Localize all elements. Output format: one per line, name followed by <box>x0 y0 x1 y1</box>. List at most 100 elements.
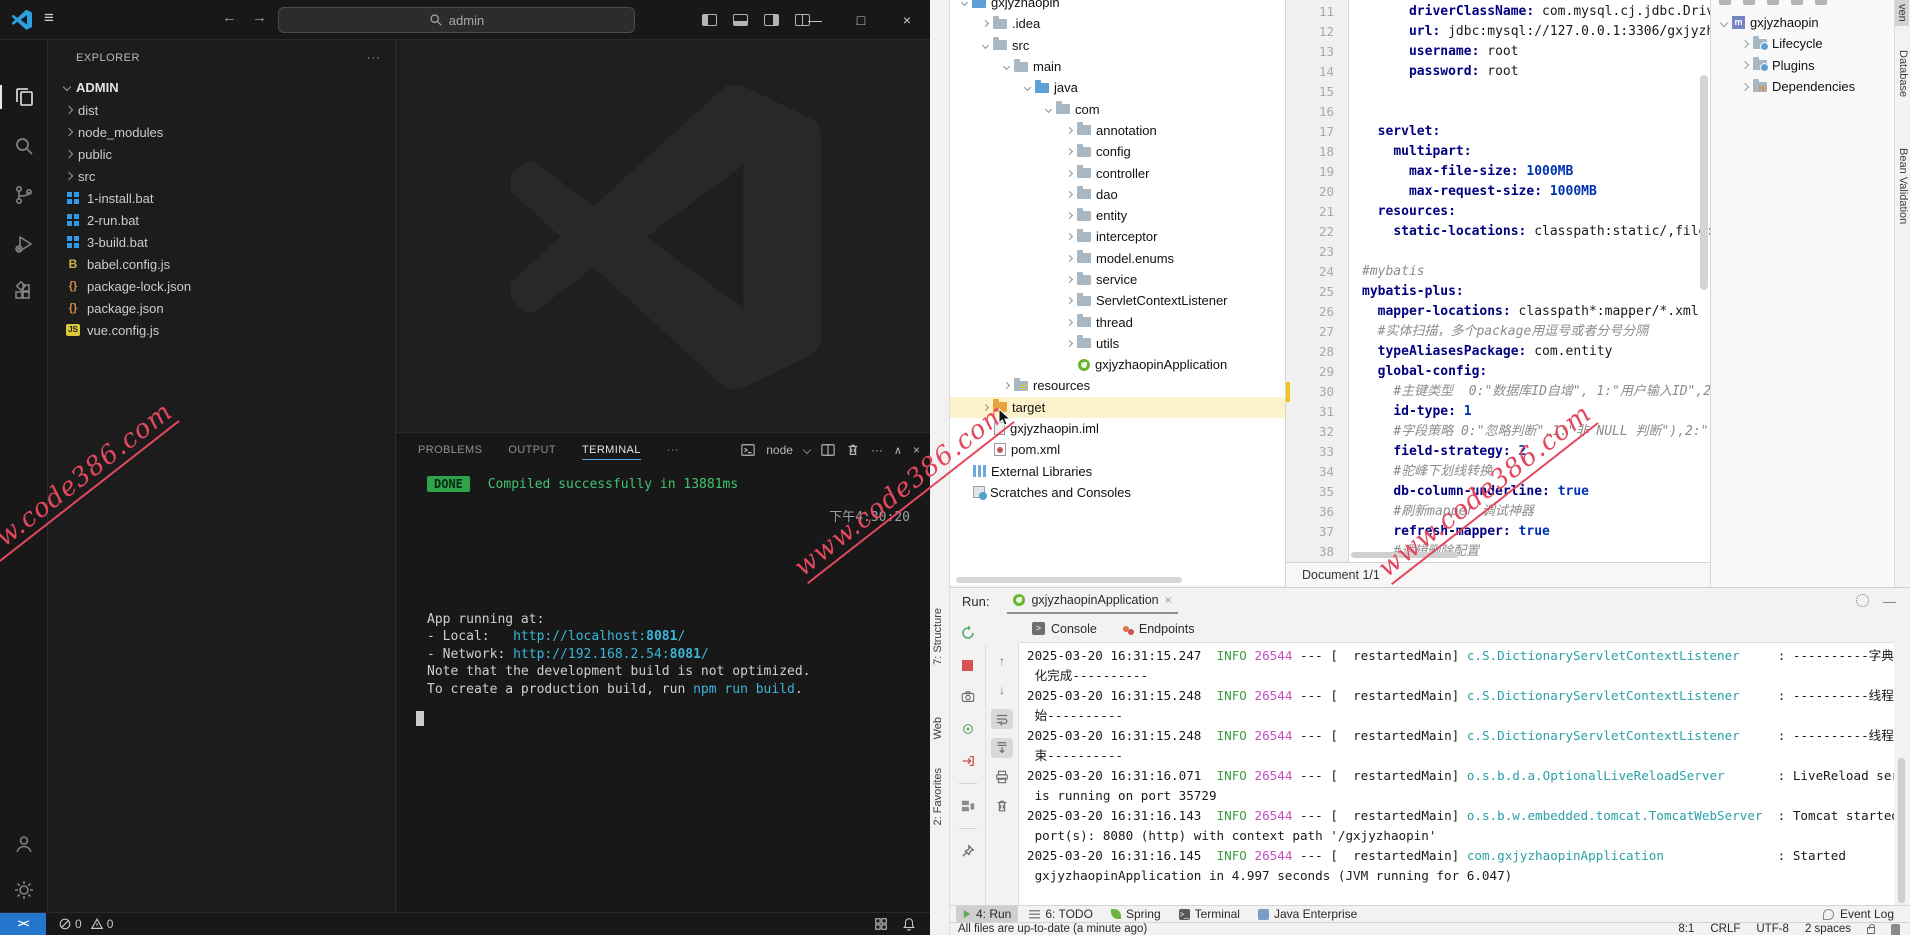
shell-dropdown-icon[interactable] <box>803 446 811 454</box>
explorer-item[interactable]: dist <box>48 99 395 121</box>
up-icon[interactable]: ↑ <box>991 651 1013 671</box>
explorer-item[interactable]: JSvue.config.js <box>48 319 395 341</box>
tab-web[interactable]: Web <box>932 717 944 739</box>
run-settings-gear-icon[interactable] <box>1856 594 1869 607</box>
ports-icon[interactable] <box>874 917 888 931</box>
menu-icon[interactable]: ≡ <box>44 8 54 28</box>
project-tree-item[interactable]: interceptor <box>950 226 1285 247</box>
update-classes-icon[interactable] <box>957 719 979 739</box>
kill-terminal-icon[interactable] <box>846 443 860 457</box>
explorer-more-icon[interactable]: ··· <box>367 52 381 64</box>
project-tree-item[interactable]: External Libraries <box>950 461 1285 482</box>
project-tree-item[interactable]: model.enums <box>950 248 1285 269</box>
project-tree-item[interactable]: resources <box>950 375 1285 396</box>
explorer-item[interactable]: 3-build.bat <box>48 231 395 253</box>
maven-item[interactable]: Dependencies <box>1711 76 1894 97</box>
run-tab[interactable]: gxjyzhaopinApplication × <box>1007 590 1177 614</box>
line-ending[interactable]: CRLF <box>1710 923 1740 935</box>
close-button[interactable]: × <box>884 0 930 40</box>
down-icon[interactable]: ↓ <box>991 680 1013 700</box>
maven-item[interactable]: Lifecycle <box>1711 33 1894 54</box>
split-terminal-icon[interactable] <box>821 443 835 457</box>
shell-label[interactable]: node <box>766 443 793 457</box>
maven-root[interactable]: mgxjyzhaopin <box>1711 12 1894 33</box>
event-log-button[interactable]: Event Log <box>1823 907 1894 921</box>
toggle-panel-icon[interactable] <box>733 14 748 26</box>
project-tree-item[interactable]: controller <box>950 162 1285 183</box>
project-tree-item[interactable]: .idea <box>950 13 1285 34</box>
project-tree-item[interactable]: gxjyzhaopin <box>950 0 1285 13</box>
nav-forward-icon[interactable]: → <box>252 9 267 26</box>
project-tree-item[interactable]: src <box>950 35 1285 56</box>
soft-wrap-icon[interactable] <box>991 709 1013 729</box>
toolwindow-button-javaenterprise[interactable]: Java Enterprise <box>1251 906 1364 922</box>
project-tree-item[interactable]: pom.xml <box>950 439 1285 460</box>
maven-item[interactable]: Plugins <box>1711 55 1894 76</box>
minimize-button[interactable]: — <box>792 0 838 40</box>
explorer-item[interactable]: 2-run.bat <box>48 209 395 231</box>
explorer-item[interactable]: node_modules <box>48 121 395 143</box>
explorer-item[interactable]: public <box>48 143 395 165</box>
toggle-sidebar-icon[interactable] <box>702 14 717 26</box>
maximize-button[interactable]: □ <box>838 0 884 40</box>
toolwindow-button-spring[interactable]: Spring <box>1104 906 1168 922</box>
hide-panel-icon[interactable]: — <box>1883 594 1896 609</box>
explorer-item[interactable]: src <box>48 165 395 187</box>
panel-more-actions-icon[interactable]: ··· <box>871 443 883 457</box>
encoding[interactable]: UTF-8 <box>1756 923 1789 935</box>
notifications-bell-icon[interactable] <box>902 917 916 931</box>
explorer-icon[interactable] <box>12 85 36 109</box>
explorer-root[interactable]: ADMIN <box>48 75 395 99</box>
clear-icon[interactable] <box>991 796 1013 816</box>
screenshot-icon[interactable] <box>957 687 979 707</box>
problems-status[interactable]: 0 0 <box>58 913 113 935</box>
project-tree-item[interactable]: service <box>950 269 1285 290</box>
project-tree-item[interactable]: Scratches and Consoles <box>950 482 1285 503</box>
project-tree-item[interactable]: ServletContextListener <box>950 290 1285 311</box>
project-tree-hscrollbar[interactable] <box>956 577 1182 583</box>
project-tree-item[interactable]: thread <box>950 311 1285 332</box>
run-debug-icon[interactable] <box>12 232 36 256</box>
project-tree-item[interactable]: utils <box>950 333 1285 354</box>
source-control-icon[interactable] <box>12 183 36 207</box>
maximize-panel-icon[interactable]: ∧ <box>894 444 902 457</box>
toolwindow-button-terminal[interactable]: >_Terminal <box>1172 906 1247 922</box>
editor-vscrollbar[interactable] <box>1700 75 1708 290</box>
project-tree-item[interactable]: java <box>950 77 1285 98</box>
search-icon[interactable] <box>12 134 36 158</box>
rerun-icon[interactable] <box>957 623 979 643</box>
command-center-search[interactable]: admin <box>278 7 635 33</box>
print-icon[interactable] <box>991 767 1013 787</box>
inspections-icon[interactable] <box>1891 924 1900 935</box>
tab-terminal[interactable]: TERMINAL <box>582 444 641 460</box>
indent-setting[interactable]: 2 spaces <box>1805 923 1851 935</box>
explorer-item[interactable]: Bbabel.config.js <box>48 253 395 275</box>
project-tree-item[interactable]: gxjyzhaopinApplication <box>950 354 1285 375</box>
tab-database[interactable]: Database <box>1897 50 1909 97</box>
toggle-secondary-sidebar-icon[interactable] <box>764 14 779 26</box>
project-tree-item[interactable]: com <box>950 98 1285 119</box>
project-tree-item[interactable]: annotation <box>950 120 1285 141</box>
project-tree-item[interactable]: config <box>950 141 1285 162</box>
project-tree-item[interactable]: main <box>950 56 1285 77</box>
tab-endpoints[interactable]: Endpoints <box>1123 622 1195 636</box>
stop-icon[interactable] <box>957 655 979 675</box>
pin-icon[interactable] <box>957 841 979 861</box>
explorer-item[interactable]: 1-install.bat <box>48 187 395 209</box>
toolwindow-button-todo[interactable]: 6: TODO <box>1022 906 1100 922</box>
tab-problems[interactable]: PROBLEMS <box>418 444 482 456</box>
tab-bean-validation[interactable]: Bean Validation <box>1897 148 1909 224</box>
close-panel-icon[interactable]: × <box>913 443 920 457</box>
console-log[interactable]: 2025-03-20 16:31:15.247 INFO 26544 --- [… <box>1018 642 1894 906</box>
toolwindow-button-run[interactable]: 4: Run <box>956 906 1018 922</box>
lock-icon[interactable] <box>1867 927 1875 934</box>
scroll-to-end-icon[interactable] <box>991 738 1013 758</box>
remote-indicator[interactable]: >< <box>0 913 46 935</box>
layout-icon[interactable] <box>957 796 979 816</box>
explorer-item[interactable]: {}package-lock.json <box>48 275 395 297</box>
project-tree-item[interactable]: entity <box>950 205 1285 226</box>
console-scrollbar[interactable] <box>1898 758 1905 903</box>
project-tree-item[interactable]: dao <box>950 184 1285 205</box>
panel-more-icon[interactable]: ··· <box>667 444 679 456</box>
tab-structure[interactable]: 7: Structure <box>932 608 944 665</box>
